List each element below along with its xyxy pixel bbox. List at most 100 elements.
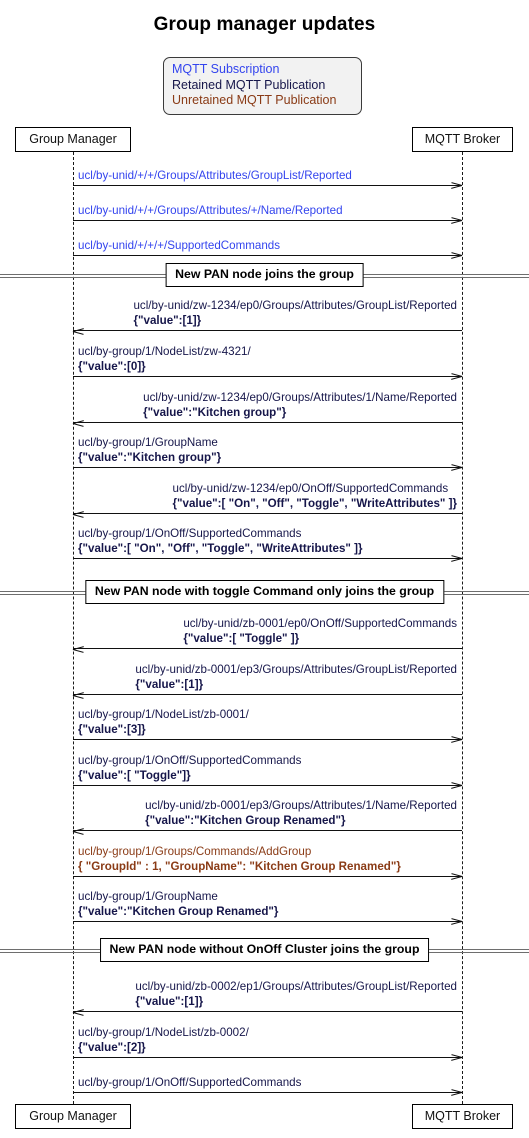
arrow-shaft [73, 422, 462, 423]
message-topic: ucl/by-unid/+/+/+/SupportedCommands [78, 238, 281, 252]
message-label-group: ucl/by-unid/zb-0001/ep3/Groups/Attribute… [135, 663, 457, 692]
message-topic: ucl/by-unid/zw-1234/ep0/Groups/Attribute… [143, 391, 457, 404]
message-topic: ucl/by-group/1/GroupName [78, 890, 218, 903]
message-payload: {"value":[1]} [135, 994, 204, 1008]
message-topic: ucl/by-group/1/OnOff/SupportedCommands [78, 1075, 302, 1089]
message-topic: ucl/by-unid/+/+/Groups/Attributes/+/Name… [78, 203, 343, 217]
message-18: ucl/by-group/1/NodeList/zb-0002/{"value"… [73, 1024, 463, 1061]
actor-mqtt-broker-bottom: MQTT Broker [412, 1104, 513, 1129]
message-13: ucl/by-group/1/OnOff/SupportedCommands {"… [73, 752, 463, 789]
actor-group-manager-bottom: Group Manager [15, 1104, 131, 1129]
arrow-shaft [73, 255, 462, 256]
message-10: ucl/by-unid/zb-0001/ep0/OnOff/SupportedC… [72, 615, 462, 653]
arrow-shaft [73, 648, 462, 649]
message-payload: {"value":[ "Toggle"]} [78, 768, 191, 782]
message-label-group: ucl/by-unid/zb-0001/ep3/Groups/Attribute… [145, 799, 457, 828]
arrow-shaft [73, 785, 462, 786]
arrow-shaft [73, 1011, 462, 1012]
section-separator-2: New PAN node with toggle Command only jo… [0, 580, 529, 606]
message-label-group: ucl/by-unid/zw-1234/ep0/Groups/Attribute… [143, 391, 457, 420]
message-label-group: ucl/by-group/1/GroupName {"value":"Kitche… [78, 890, 278, 919]
page-title: Group manager updates [153, 14, 376, 35]
message-label-group: ucl/by-group/1/Groups/Commands/AddGroup{… [78, 845, 401, 874]
sequence-diagram: Group manager updates MQTT Subscription … [0, 0, 529, 1138]
actor-mqtt-broker-top: MQTT Broker [412, 127, 513, 152]
message-11: ucl/by-unid/zb-0001/ep3/Groups/Attribute… [72, 661, 462, 699]
message-payload: {"value":[ "On", "Off", "Toggle", "Write… [78, 541, 363, 555]
message-payload: {"value":[3]} [78, 722, 146, 736]
legend-subscription: MQTT Subscription [172, 62, 280, 76]
arrow-shaft [73, 513, 462, 514]
message-topic: ucl/by-group/1/NodeList/zb-0001/ [78, 708, 249, 721]
message-topic: ucl/by-group/1/GroupName [78, 436, 218, 449]
legend-retained: Retained MQTT Publication [172, 77, 326, 92]
message-label-group: ucl/by-group/1/OnOff/SupportedCommands [78, 1076, 301, 1091]
message-5: ucl/by-group/1/NodeList/zw-4321/{"value"… [73, 343, 463, 380]
separator-label: New PAN node with toggle Command only jo… [84, 580, 445, 604]
message-payload: {"value":"Kitchen group"} [78, 450, 222, 464]
message-7: ucl/by-group/1/GroupName {"value":"Kitche… [73, 434, 463, 471]
message-topic: ucl/by-unid/zb-0001/ep0/OnOff/SupportedC… [183, 617, 457, 630]
arrow-shaft [73, 739, 462, 740]
message-payload: {"value":"Kitchen group"} [143, 405, 287, 419]
message-4: ucl/by-unid/zw-1234/ep0/Groups/Attribute… [72, 297, 462, 335]
separator-label: New PAN node joins the group [165, 263, 364, 287]
message-8: ucl/by-unid/zw-1234/ep0/OnOff/SupportedC… [72, 480, 462, 518]
arrow-shaft [73, 830, 462, 831]
separator-label: New PAN node without OnOff Cluster joins… [99, 938, 430, 962]
actor-group-manager-top: Group Manager [15, 127, 131, 152]
legend-box: MQTT Subscription Retained MQTT Publicat… [163, 57, 362, 115]
arrow-shaft [73, 558, 462, 559]
message-topic: ucl/by-unid/zb-0001/ep3/Groups/Attribute… [135, 663, 457, 676]
message-payload: {"value":[1]} [135, 677, 204, 691]
message-16: ucl/by-group/1/GroupName {"value":"Kitche… [73, 888, 463, 925]
message-14: ucl/by-unid/zb-0001/ep3/Groups/Attribute… [72, 797, 462, 835]
message-2: ucl/by-unid/+/+/Groups/Attributes/+/Name… [73, 187, 463, 224]
message-topic: ucl/by-group/1/OnOff/SupportedCommands [78, 527, 302, 540]
message-label-group: ucl/by-unid/zb-0002/ep1/Groups/Attribute… [135, 980, 457, 1009]
message-label-group: ucl/by-group/1/OnOff/SupportedCommands {"… [78, 527, 363, 556]
message-payload: {"value":[1]} [133, 313, 202, 327]
arrow-shaft [73, 330, 462, 331]
message-payload: {"value":[ "Toggle" ]} [183, 631, 300, 645]
message-label-group: ucl/by-group/1/NodeList/zb-0001/{"value"… [78, 708, 249, 737]
message-1: ucl/by-unid/+/+/Groups/Attributes/GroupL… [73, 152, 463, 189]
arrow-shaft [73, 467, 462, 468]
message-payload: {"value":[2]} [78, 1040, 146, 1054]
message-label-group: ucl/by-unid/+/+/Groups/Attributes/GroupL… [78, 169, 352, 184]
arrow-shaft [73, 1057, 462, 1058]
message-3: ucl/by-unid/+/+/+/SupportedCommands [73, 222, 463, 259]
message-17: ucl/by-unid/zb-0002/ep1/Groups/Attribute… [72, 978, 462, 1016]
section-separator-3: New PAN node without OnOff Cluster joins… [0, 938, 529, 964]
arrow-shaft [73, 1092, 462, 1093]
arrow-shaft [73, 220, 462, 221]
arrow-shaft [73, 694, 462, 695]
message-label-group: ucl/by-unid/zw-1234/ep0/OnOff/SupportedC… [173, 482, 458, 511]
section-separator-1: New PAN node joins the group [0, 263, 529, 289]
message-label-group: ucl/by-unid/zb-0001/ep0/OnOff/SupportedC… [183, 617, 457, 646]
message-label-group: ucl/by-unid/zw-1234/ep0/Groups/Attribute… [133, 299, 457, 328]
arrow-shaft [73, 185, 462, 186]
message-label-group: ucl/by-unid/+/+/Groups/Attributes/+/Name… [78, 204, 343, 219]
message-label-group: ucl/by-group/1/OnOff/SupportedCommands {"… [78, 754, 301, 783]
message-payload: {"value":"Kitchen Group Renamed"} [145, 813, 346, 827]
message-topic: ucl/by-unid/zb-0002/ep1/Groups/Attribute… [135, 980, 457, 993]
message-topic: ucl/by-group/1/Groups/Commands/AddGroup [78, 845, 312, 858]
arrow-shaft [73, 876, 462, 877]
message-label-group: ucl/by-group/1/NodeList/zw-4321/{"value"… [78, 345, 251, 374]
message-label-group: ucl/by-unid/+/+/+/SupportedCommands [78, 239, 280, 254]
message-topic: ucl/by-unid/zw-1234/ep0/Groups/Attribute… [133, 299, 457, 312]
message-label-group: ucl/by-group/1/NodeList/zb-0002/{"value"… [78, 1026, 249, 1055]
message-12: ucl/by-group/1/NodeList/zb-0001/{"value"… [73, 706, 463, 743]
message-19: ucl/by-group/1/OnOff/SupportedCommands [73, 1059, 463, 1096]
message-payload: { "GroupId" : 1, "GroupName": "Kitchen G… [78, 859, 401, 873]
message-label-group: ucl/by-group/1/GroupName {"value":"Kitche… [78, 436, 221, 465]
message-15: ucl/by-group/1/Groups/Commands/AddGroup{… [73, 843, 463, 880]
message-topic: ucl/by-group/1/NodeList/zw-4321/ [78, 345, 251, 358]
message-topic: ucl/by-group/1/NodeList/zb-0002/ [78, 1026, 249, 1039]
message-9: ucl/by-group/1/OnOff/SupportedCommands {"… [73, 525, 463, 562]
arrow-shaft [73, 376, 462, 377]
arrow-shaft [73, 921, 462, 922]
legend-unretained: Unretained MQTT Publication [172, 93, 337, 108]
message-payload: {"value":[ "On", "Off", "Toggle", "Write… [172, 496, 458, 510]
